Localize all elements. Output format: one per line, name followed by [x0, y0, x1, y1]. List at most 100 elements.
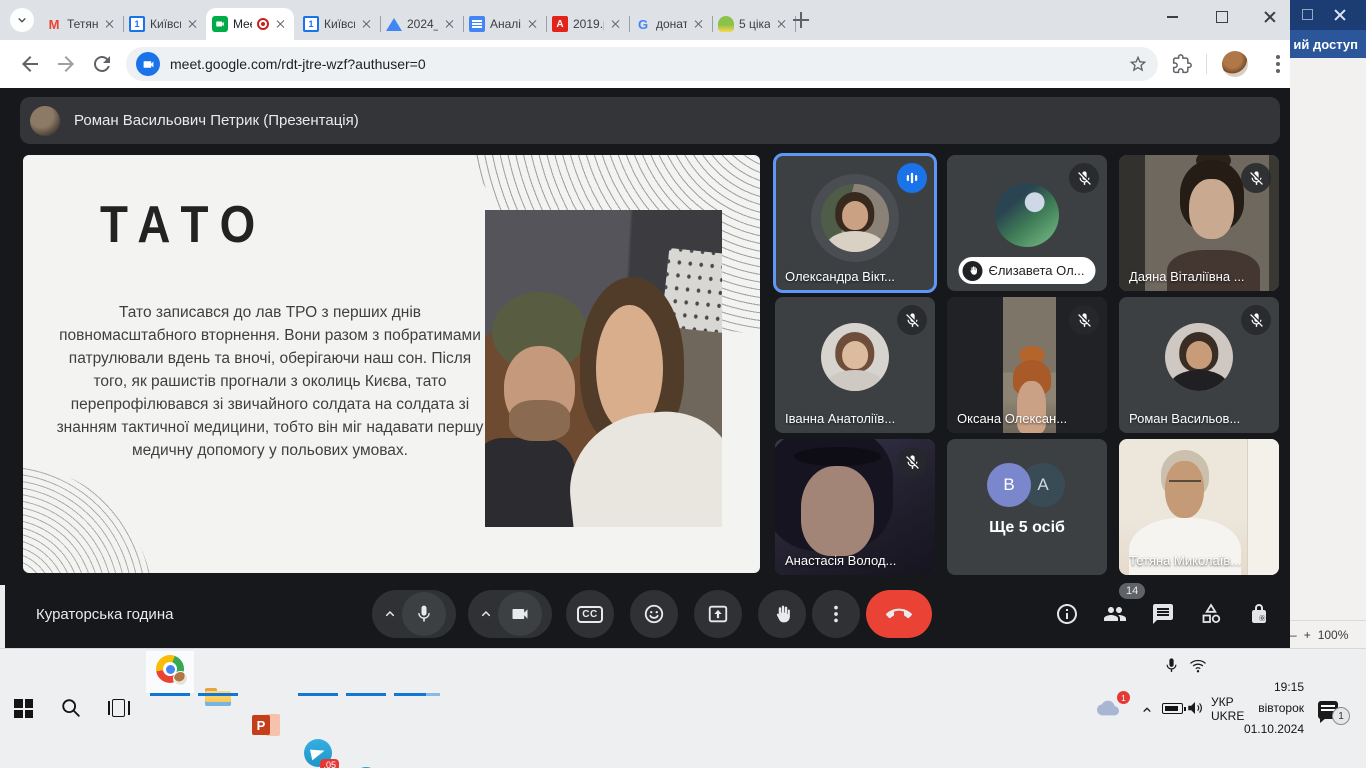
tab-close-icon[interactable] — [186, 17, 200, 31]
zoom-in-button[interactable]: + — [1304, 628, 1311, 642]
tab-close-icon[interactable] — [103, 17, 117, 31]
taskbar-clock[interactable]: 19:15 вівторок 01.10.2024 — [1238, 677, 1304, 740]
participant-name: Анастасія Волод... — [785, 553, 896, 568]
camera-toggle-button[interactable] — [498, 592, 542, 636]
participant-tile-tetiana[interactable]: Тетяна Миколаїв... — [1119, 439, 1279, 575]
onedrive-icon[interactable]: 1 — [1092, 697, 1124, 719]
mic-toggle-button[interactable] — [402, 592, 446, 636]
tab-meet-active[interactable]: Mee — [206, 8, 294, 40]
present-icon — [707, 603, 729, 625]
tab-calendar-1[interactable]: 1 Київськ — [123, 8, 206, 40]
emblem-icon — [718, 16, 734, 32]
more-dots-icon — [825, 603, 847, 625]
reload-button[interactable] — [90, 52, 114, 81]
tab-close-icon[interactable] — [526, 17, 540, 31]
profile-avatar[interactable] — [1222, 51, 1248, 77]
meeting-details-button[interactable] — [1055, 602, 1079, 626]
tab-emblem[interactable]: 5 цікав — [712, 8, 795, 40]
extensions-icon[interactable] — [1172, 54, 1192, 74]
background-window: ий доступ – + 100% — [1288, 0, 1366, 648]
participant-tile-yelyzaveta[interactable]: Єлизавета Ол... — [947, 155, 1107, 291]
window-minimize-button[interactable] — [1150, 0, 1194, 34]
start-button[interactable] — [14, 699, 33, 718]
participant-tile-ivanna[interactable]: Іванна Анатоліїв... — [775, 297, 935, 433]
url-text[interactable]: meet.google.com/rdt-jtre-wzf?authuser=0 — [170, 56, 1118, 72]
browser-menu-icon[interactable] — [1266, 52, 1290, 76]
running-indicator — [426, 693, 440, 696]
bookmark-star-icon[interactable] — [1128, 54, 1148, 74]
volume-icon[interactable] — [1186, 699, 1204, 717]
participant-tile-anastasia[interactable]: Анастасія Волод... — [775, 439, 935, 575]
clock-weekday: вівторок — [1238, 698, 1304, 719]
taskbar-telegram-icon[interactable]: .05 — [304, 739, 332, 767]
mic-off-icon — [897, 447, 927, 477]
hand-raised-icon — [963, 261, 983, 281]
overflow-participants-tile[interactable]: B A Ще 5 осіб — [947, 439, 1107, 575]
participant-count-badge: 14 — [1119, 583, 1145, 599]
participant-tile-dayana[interactable]: Даяна Віталіївна ... — [1119, 155, 1279, 291]
tab-close-icon[interactable] — [609, 17, 623, 31]
more-options-button[interactable] — [812, 590, 860, 638]
taskbar-chrome-icon[interactable] — [156, 655, 184, 683]
tray-expand-chevron-icon[interactable] — [1140, 703, 1154, 717]
tray-mic-icon[interactable] — [1163, 657, 1180, 674]
zoom-out-button[interactable]: – — [1290, 628, 1297, 642]
docs-icon — [469, 16, 485, 32]
new-tab-button[interactable] — [793, 12, 809, 28]
tab-close-icon[interactable] — [692, 17, 706, 31]
tab-google-search[interactable]: G донат ц — [629, 8, 712, 40]
back-button[interactable] — [18, 52, 42, 81]
taskbar-search-icon[interactable] — [60, 697, 82, 719]
people-icon — [1103, 602, 1127, 626]
tab-search-chevron-icon[interactable] — [10, 8, 34, 32]
zoom-statusbar: – + 100% — [1288, 620, 1366, 648]
notification-count-badge: 1 — [1332, 707, 1350, 725]
tab-gmail[interactable]: M Тетяна В — [40, 8, 123, 40]
task-view-icon[interactable] — [108, 699, 130, 717]
tab-close-icon[interactable] — [443, 17, 457, 31]
close-icon[interactable] — [1332, 7, 1348, 23]
address-bar[interactable]: meet.google.com/rdt-jtre-wzf?authuser=0 — [126, 47, 1158, 81]
gmail-icon: M — [46, 16, 62, 32]
toolbar-divider — [1206, 54, 1207, 74]
window-close-button[interactable] — [1248, 0, 1292, 34]
forward-button[interactable] — [54, 52, 78, 81]
taskbar-powerpoint-icon[interactable]: P — [252, 711, 280, 739]
shapes-icon — [1199, 602, 1223, 626]
present-button[interactable] — [694, 590, 742, 638]
tab-pdf[interactable]: A 2019.pd — [546, 8, 629, 40]
restore-icon[interactable] — [1302, 9, 1313, 20]
end-call-button[interactable] — [866, 590, 932, 638]
tab-docs[interactable]: Аналіз — [463, 8, 546, 40]
taskbar-explorer-icon[interactable] — [204, 683, 232, 711]
battery-icon[interactable] — [1162, 703, 1183, 714]
activities-button[interactable] — [1199, 602, 1223, 626]
window-maximize-button[interactable] — [1200, 0, 1244, 34]
camera-options-chevron-icon[interactable] — [478, 606, 494, 622]
participants-button[interactable] — [1103, 602, 1127, 626]
speaking-indicator-icon — [897, 163, 927, 193]
reactions-button[interactable] — [630, 590, 678, 638]
tab-strip: M Тетяна В 1 Київськ Mee 1 Київськ 2024_… — [0, 0, 1290, 40]
tab-calendar-2[interactable]: 1 Київськ — [297, 8, 380, 40]
camera-permission-icon[interactable] — [136, 52, 160, 76]
avatar-initial: B — [987, 463, 1031, 507]
tab-close-icon[interactable] — [775, 17, 789, 31]
tab-close-icon[interactable] — [274, 17, 288, 31]
host-controls-button[interactable] — [1247, 602, 1271, 626]
mic-options-chevron-icon[interactable] — [382, 606, 398, 622]
tray-wifi-icon[interactable] — [1189, 657, 1207, 675]
participant-tile-oleksandra[interactable]: Олександра Вікт... — [775, 155, 935, 291]
tab-close-icon[interactable] — [360, 17, 374, 31]
participant-tile-roman[interactable]: Роман Васильов... — [1119, 297, 1279, 433]
share-button[interactable]: ий доступ — [1288, 30, 1366, 58]
tab-drive[interactable]: 2024_П — [380, 8, 463, 40]
chat-button[interactable] — [1151, 602, 1175, 626]
captions-button[interactable]: CC — [566, 590, 614, 638]
slide-decoration-arcs — [23, 463, 153, 573]
presentation-tile[interactable]: ТАТО Тато записався до лав ТРО з перших … — [23, 155, 760, 573]
pdf-icon: A — [552, 16, 568, 32]
share-label: ий доступ — [1293, 37, 1358, 52]
participant-tile-oksana[interactable]: Оксана Олексан... — [947, 297, 1107, 433]
raise-hand-button[interactable] — [758, 590, 806, 638]
